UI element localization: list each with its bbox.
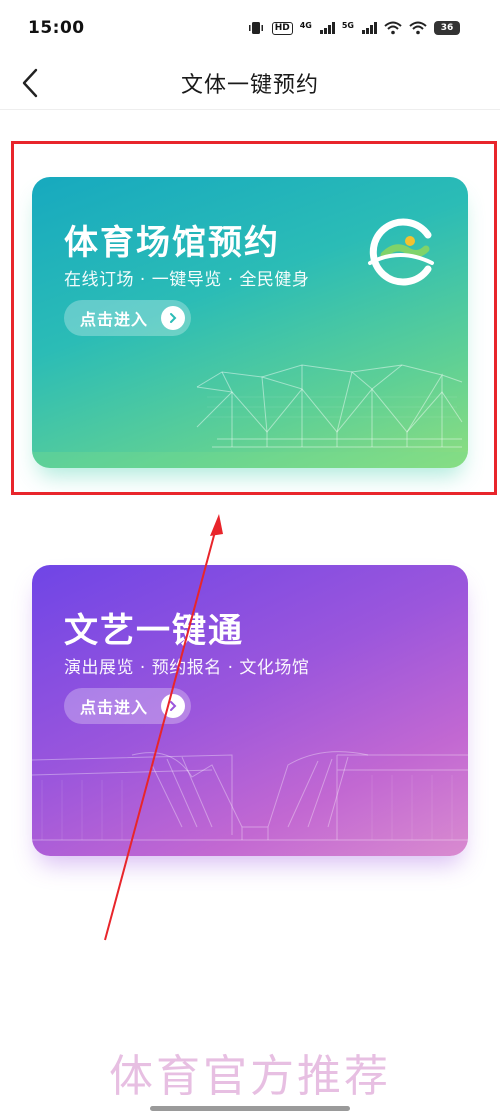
screen: 15:00 HD 4G 5G 36 文体一键预约 体育场馆预约 在线订场 · 一… [0,0,500,1115]
nav-bar: 文体一键预约 [0,56,500,110]
page-title: 文体一键预约 [180,72,319,98]
enter-button-label: 点击进入 [80,698,149,717]
status-bar: 15:00 HD 4G 5G 36 [0,0,500,56]
net-4g-label: 4G [299,21,312,30]
card-title: 文艺一键通 [64,611,244,651]
signal-5g-icon [362,22,377,34]
chevron-left-icon [22,68,38,98]
status-icons: HD 4G 5G 36 [247,21,460,35]
home-indicator[interactable] [150,1106,350,1111]
wifi-icon [384,21,402,35]
battery-icon: 36 [434,21,460,35]
vibrate-icon [248,22,263,34]
chevron-right-icon [161,694,185,718]
enter-button[interactable]: 点击进入 [64,688,191,724]
wifi-icon-2 [409,21,427,35]
card-subtitle: 演出展览 · 预约报名 · 文化场馆 [64,658,310,678]
back-button[interactable] [10,63,50,103]
highlight-box [11,141,497,495]
hd-badge: HD [271,21,293,35]
signal-4g-icon [319,22,335,34]
watermark-text: 体育官方推荐 [109,1051,391,1102]
net-5g-label: 5G [341,21,354,30]
status-time: 15:00 [28,18,85,38]
arts-one-stop-card[interactable]: 文艺一键通 演出展览 · 预约报名 · 文化场馆 点击进入 [32,565,468,856]
